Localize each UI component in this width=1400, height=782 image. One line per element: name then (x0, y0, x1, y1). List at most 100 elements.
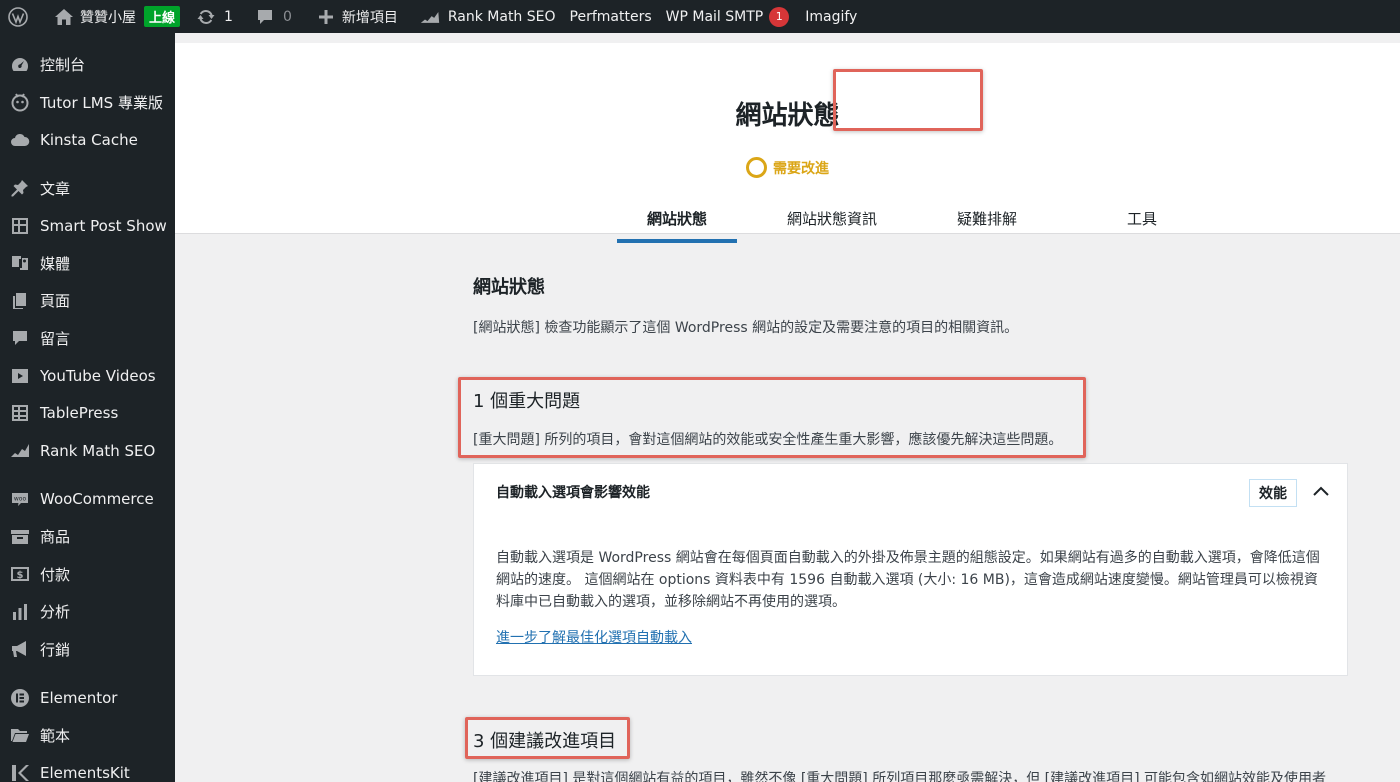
sidebar-item-kinsta-cache[interactable]: Kinsta Cache (0, 121, 175, 159)
perfmatters-menu[interactable]: Perfmatters (564, 0, 660, 33)
site-name: 贊贊小屋 (80, 9, 136, 26)
sidebar-item-label: Rank Math SEO (40, 441, 156, 460)
imagify-menu[interactable]: Imagify (797, 0, 865, 33)
sidebar-item-label: 範本 (40, 726, 71, 745)
section-description: [網站狀態] 檢查功能顯示了這個 WordPress 網站的設定及需要注意的項目… (473, 320, 1019, 336)
new-content-menu[interactable]: 新增項目 (300, 0, 406, 33)
comment-icon (10, 328, 30, 348)
sidebar-item-posts[interactable]: 文章 (0, 170, 175, 208)
money-icon: $ (10, 564, 30, 584)
sidebar-item-elementskit[interactable]: ElementsKit (0, 754, 175, 782)
status-label: 需要改進 (773, 160, 829, 177)
wpmail-menu[interactable]: WP Mail SMTP 1 (660, 0, 798, 33)
perfmatters-label: Perfmatters (569, 8, 652, 25)
sidebar-item-label: Elementor (40, 688, 118, 707)
sidebar-item-label: 留言 (40, 329, 71, 348)
site-health-header: 網站狀態 需要改進 網站狀態 網站狀態資訊 疑難排解 工具 (175, 33, 1400, 243)
page-title: 網站狀態 (735, 101, 840, 131)
sidebar-item-rank-math-seo[interactable]: Rank Math SEO (0, 432, 175, 470)
archive-icon (10, 527, 30, 547)
wpmail-label: WP Mail SMTP (665, 8, 764, 25)
sidebar-item-label: Smart Post Show (40, 216, 167, 235)
sidebar-item-youtube-videos[interactable]: YouTube Videos (0, 357, 175, 395)
recommended-title: 3 個建議改進項目 (473, 731, 617, 752)
folder-icon (10, 725, 30, 745)
tab-site-health[interactable]: 網站狀態 (617, 193, 737, 243)
sidebar-item-label: 文章 (40, 179, 71, 198)
megaphone-icon (10, 639, 30, 659)
critical-issues-description: [重大問題] 所列的項目，會對這個網站的效能或安全性產生重大影響，應該優先解決這… (473, 432, 1063, 448)
issue-accordion: 自動載入選項會影響效能 效能 自動載入選項是 WordPress 網站會在每個頁… (473, 463, 1348, 676)
media-icon (10, 253, 30, 273)
table-icon (10, 403, 30, 423)
home-icon (54, 7, 74, 27)
new-content-label: 新增項目 (341, 9, 398, 26)
sidebar-item-label: 商品 (40, 528, 71, 547)
comments-menu[interactable]: 0 (241, 0, 300, 33)
site-name-menu[interactable]: 贊贊小屋 上線 (42, 0, 188, 33)
tab-troubleshooting[interactable]: 疑難排解 (927, 193, 1047, 243)
header-panel: 網站狀態 需要改進 網站狀態 網站狀態資訊 疑難排解 工具 (175, 43, 1400, 243)
pin-icon (10, 178, 30, 198)
sidebar-item-pages[interactable]: 頁面 (0, 282, 175, 320)
updates-menu[interactable]: 1 (188, 0, 241, 33)
sidebar-item-dashboard[interactable]: 控制台 (0, 46, 175, 84)
admin-sidebar: 控制台 Tutor LMS 專業版 Kinsta Cache 文章 Smart … (0, 33, 175, 782)
sidebar-item-payments[interactable]: $ 付款 (0, 556, 175, 594)
sidebar-item-label: 媒體 (40, 254, 71, 273)
sidebar-item-tablepress[interactable]: TablePress (0, 395, 175, 433)
plus-icon (316, 7, 336, 27)
sidebar-item-label: 頁面 (40, 292, 71, 311)
sidebar-item-label: WooCommerce (40, 490, 154, 509)
sidebar-item-label: ElementsKit (40, 763, 130, 782)
chart-icon (10, 602, 30, 622)
sidebar-item-elementor[interactable]: Elementor (0, 679, 175, 717)
accordion-title[interactable]: 自動載入選項會影響效能 (496, 482, 650, 502)
learn-more-link[interactable]: 進一步了解最佳化選項自動載入 (496, 627, 692, 647)
comments-count: 0 (282, 8, 292, 25)
wp-logo-menu[interactable] (0, 0, 42, 33)
sidebar-item-label: 控制台 (40, 56, 86, 75)
svg-text:$: $ (17, 570, 24, 581)
sidebar-item-label: TablePress (40, 404, 119, 423)
dashboard-icon (10, 55, 30, 75)
status-ring-icon (746, 157, 767, 178)
rankmath-label: Rank Math SEO (447, 8, 556, 25)
imagify-label: Imagify (805, 8, 858, 25)
grid-icon (10, 216, 30, 236)
sidebar-item-analytics[interactable]: 分析 (0, 593, 175, 631)
wordpress-logo-icon (8, 6, 28, 27)
sidebar-item-products[interactable]: 商品 (0, 518, 175, 556)
video-icon (10, 366, 30, 386)
wpmail-count-badge: 1 (769, 6, 790, 27)
sidebar-item-templates[interactable]: 範本 (0, 717, 175, 755)
rankmath-menu[interactable]: Rank Math SEO (406, 0, 564, 33)
sidebar-item-comments[interactable]: 留言 (0, 320, 175, 358)
recommended-description: [建議改進項目] 是對這個網站有益的項目，雖然不像 [重大問題] 所列項目那麼亟… (473, 771, 1327, 782)
tab-site-health-info[interactable]: 網站狀態資訊 (772, 193, 892, 243)
cloud-icon (10, 130, 30, 150)
sidebar-item-label: YouTube Videos (40, 366, 156, 385)
admin-bar: 贊贊小屋 上線 1 0 新增項目 Rank Math SEO Perfmatte… (0, 0, 1400, 33)
live-badge: 上線 (144, 6, 181, 27)
chevron-up-icon[interactable] (1311, 482, 1331, 502)
tutor-icon (10, 92, 30, 112)
sidebar-item-woocommerce[interactable]: woo WooCommerce (0, 481, 175, 519)
elementor-icon (10, 688, 30, 708)
sidebar-item-tutor-lms[interactable]: Tutor LMS 專業版 (0, 84, 175, 122)
sidebar-item-media[interactable]: 媒體 (0, 245, 175, 283)
sidebar-item-label: Kinsta Cache (40, 130, 138, 149)
accordion-body: 自動載入選項是 WordPress 網站會在每個頁面自動載入的外掛及佈景主題的組… (496, 550, 1320, 610)
tab-tools[interactable]: 工具 (1082, 193, 1202, 243)
tab-bar: 網站狀態 網站狀態資訊 疑難排解 工具 (175, 193, 1400, 243)
critical-issues-title: 1 個重大問題 (473, 391, 581, 412)
category-badge: 效能 (1249, 479, 1297, 507)
section-title: 網站狀態 (473, 277, 545, 298)
sidebar-item-label: 分析 (40, 603, 71, 622)
sidebar-item-label: 行銷 (40, 640, 71, 659)
sidebar-item-smart-post-show[interactable]: Smart Post Show (0, 207, 175, 245)
sidebar-item-marketing[interactable]: 行銷 (0, 631, 175, 669)
svg-text:woo: woo (14, 496, 27, 503)
comment-bubble-icon (255, 7, 275, 27)
sidebar-item-label: Tutor LMS 專業版 (40, 93, 163, 112)
